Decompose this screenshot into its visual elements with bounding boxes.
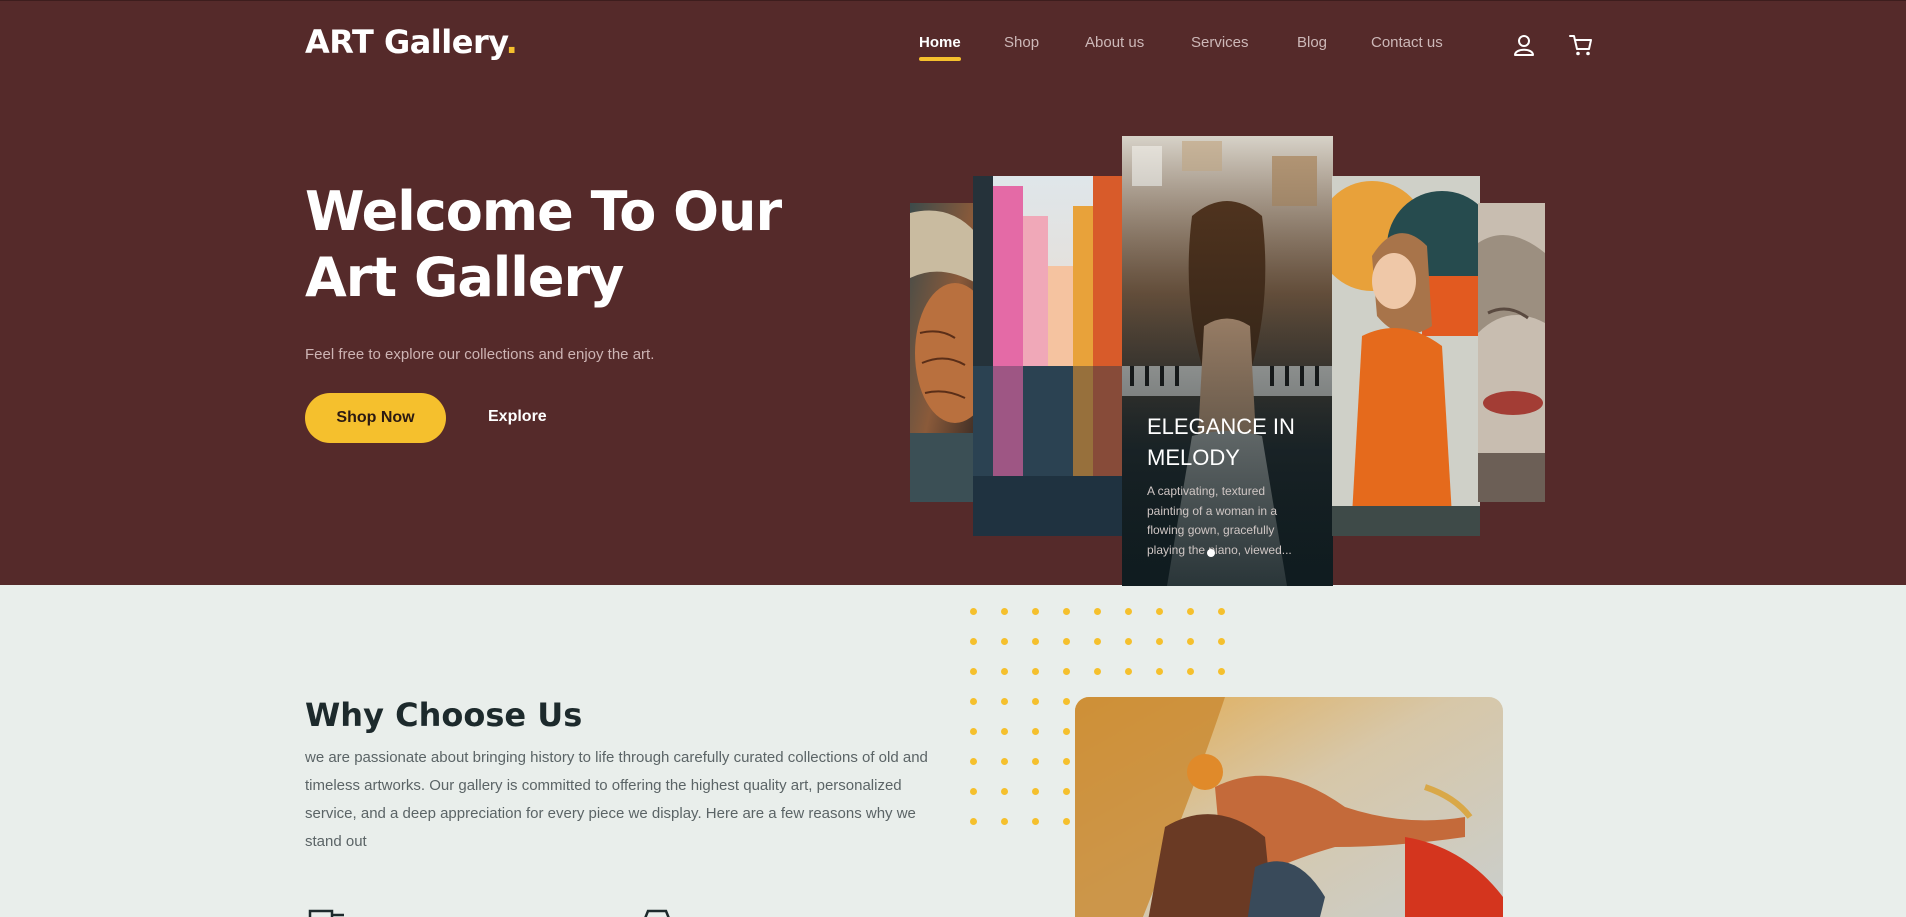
why-choose-us-title: Why Choose Us [305,696,583,734]
decorative-dot [1218,638,1225,645]
decorative-dot [1032,818,1039,825]
decorative-dot [970,818,977,825]
nav-shop[interactable]: Shop [1004,34,1039,51]
decorative-dot [1032,788,1039,795]
brand-dot: . [505,23,518,61]
decorative-dot [1063,818,1070,825]
decorative-dot [1125,608,1132,615]
decorative-dot [1032,728,1039,735]
decorative-dot [1032,698,1039,705]
decorative-dot [1125,668,1132,675]
hero-subtitle: Feel free to explore our collections and… [305,346,655,363]
artwork-card-face-abstract[interactable] [1478,203,1545,502]
decorative-dot [1063,638,1070,645]
decorative-dot [1187,608,1194,615]
decorative-dot [1187,638,1194,645]
shop-now-button[interactable]: Shop Now [305,393,446,443]
decorative-dot [970,698,977,705]
nav-home[interactable]: Home [919,34,961,61]
decorative-dot [1094,638,1101,645]
artwork-card-city-reflection[interactable] [973,176,1123,536]
decorative-dot [1156,608,1163,615]
nav-services[interactable]: Services [1191,34,1249,51]
decorative-dot [1001,668,1008,675]
decorative-dot [1001,638,1008,645]
hero-title: Welcome To Our Art Gallery [305,180,782,309]
decorative-dot [970,608,977,615]
decorative-dot [970,788,977,795]
carousel-pagination-dot[interactable] [1207,549,1215,557]
decorative-dot [1001,818,1008,825]
active-card-description: A captivating, textured painting of a wo… [1147,484,1292,557]
decorative-dot [1001,728,1008,735]
decorative-dot [1156,668,1163,675]
artwork-card-woman-orange[interactable] [1332,176,1480,536]
artwork-card-elder-portrait[interactable] [910,203,976,502]
top-navigation: ART Gallery. Home Shop About us Services… [0,1,1906,91]
nav-blog[interactable]: Blog [1297,34,1327,51]
decorative-dot [1001,788,1008,795]
decorative-dot [970,638,977,645]
decorative-dot [1063,668,1070,675]
decorative-dot [970,758,977,765]
active-card-title: ELEGANCE IN MELODY [1147,414,1295,470]
featured-painting-dancer [1075,697,1503,917]
decorative-dot [970,728,977,735]
cart-icon[interactable] [1567,31,1595,59]
decorative-dot [970,668,977,675]
decorative-dot [1032,608,1039,615]
brand-logo[interactable]: ART Gallery. [305,23,518,61]
decorative-dot [1032,638,1039,645]
decorative-dot [1032,758,1039,765]
nav-about-us[interactable]: About us [1085,34,1144,51]
explore-button[interactable]: Explore [488,408,547,426]
decorative-dot [1001,608,1008,615]
decorative-dot [1156,638,1163,645]
decorative-dot [1063,788,1070,795]
decorative-dot [1218,608,1225,615]
decorative-dot [1094,608,1101,615]
feature-icon [308,908,344,917]
hero-section: ART Gallery. Home Shop About us Services… [0,0,1906,586]
decorative-dot [1063,728,1070,735]
decorative-dot [1001,698,1008,705]
brand-name: ART Gallery [305,23,506,61]
decorative-dot [1187,668,1194,675]
decorative-dot [1063,698,1070,705]
decorative-dot [1125,638,1132,645]
feature-icon [640,908,670,917]
decorative-dot [1063,608,1070,615]
decorative-dot [1032,668,1039,675]
user-icon[interactable] [1510,31,1538,59]
why-choose-us-text: we are passionate about bringing history… [305,749,928,850]
nav-contact-us[interactable]: Contact us [1371,34,1443,51]
decorative-dot [1001,758,1008,765]
decorative-dot [1218,668,1225,675]
decorative-dot [1063,758,1070,765]
decorative-dot [1094,668,1101,675]
